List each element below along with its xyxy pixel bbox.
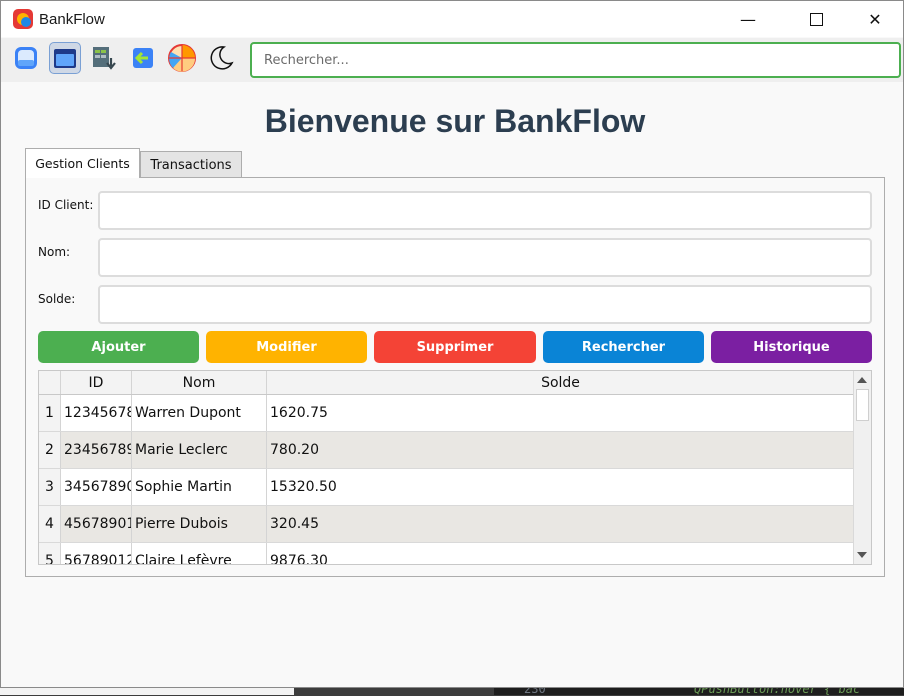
ajouter-button[interactable]: Ajouter: [38, 331, 199, 363]
clients-table: ID Nom Solde 1 12345678 Warren Dupont 16…: [38, 370, 872, 565]
vertical-scrollbar[interactable]: [853, 371, 871, 564]
export-button[interactable]: [88, 42, 120, 74]
clients-panel: ID Client: Nom: Solde: Ajouter Modifier …: [25, 177, 885, 577]
back-arrow-icon: [133, 48, 153, 68]
close-button[interactable]: ✕: [852, 1, 898, 37]
corner-header: [39, 371, 61, 394]
id-client-input[interactable]: [100, 193, 870, 228]
solde-input[interactable]: [100, 287, 870, 322]
statistics-button[interactable]: [166, 42, 198, 74]
cell-nom[interactable]: Claire Lefèvre: [132, 543, 267, 564]
table-row[interactable]: 4 45678901 Pierre Dubois 320.45: [39, 506, 854, 543]
row-number: 1: [39, 395, 61, 431]
cell-nom[interactable]: Sophie Martin: [132, 469, 267, 505]
table-row[interactable]: 2 23456789 Marie Leclerc 780.20: [39, 432, 854, 469]
row-number: 2: [39, 432, 61, 468]
column-header-id[interactable]: ID: [61, 371, 132, 394]
scrollbar-thumb[interactable]: [856, 389, 869, 421]
column-header-solde[interactable]: Solde: [267, 371, 854, 394]
cell-solde[interactable]: 780.20: [267, 432, 854, 468]
app-logo-icon: [13, 9, 33, 29]
cell-nom[interactable]: Pierre Dubois: [132, 506, 267, 542]
solde-label: Solde:: [38, 292, 76, 306]
cell-id[interactable]: 12345678: [61, 395, 132, 431]
table-row[interactable]: 5 56789012 Claire Lefèvre 9876.30: [39, 543, 854, 564]
table-row[interactable]: 3 34567890 Sophie Martin 15320.50: [39, 469, 854, 506]
cell-id[interactable]: 34567890: [61, 469, 132, 505]
back-button[interactable]: [127, 42, 159, 74]
column-header-nom[interactable]: Nom: [132, 371, 267, 394]
page-title: Bienvenue sur BankFlow: [264, 103, 646, 139]
cell-id[interactable]: 45678901: [61, 506, 132, 542]
supprimer-button[interactable]: Supprimer: [374, 331, 536, 363]
search-input[interactable]: [262, 44, 886, 76]
modifier-button[interactable]: Modifier: [206, 331, 367, 363]
table-header: ID Nom Solde: [39, 371, 854, 395]
solde-field[interactable]: [98, 285, 872, 324]
row-number: 5: [39, 543, 61, 564]
minimize-button[interactable]: —: [725, 1, 771, 37]
rechercher-button[interactable]: Rechercher: [543, 331, 704, 363]
cell-nom[interactable]: Warren Dupont: [132, 395, 267, 431]
cell-nom[interactable]: Marie Leclerc: [132, 432, 267, 468]
row-number: 4: [39, 506, 61, 542]
pie-chart-icon: [168, 44, 196, 72]
row-number: 3: [39, 469, 61, 505]
toolbar: [1, 38, 903, 82]
cell-solde[interactable]: 9876.30: [267, 543, 854, 564]
folder-icon: [54, 49, 76, 68]
app-window: BankFlow — ✕ Bienvenue sur BankFlow Gest…: [0, 0, 904, 688]
maximize-icon: [809, 12, 823, 26]
nom-label: Nom:: [38, 245, 71, 259]
cell-solde[interactable]: 1620.75: [267, 395, 854, 431]
background-window: [0, 688, 294, 695]
table-row[interactable]: 1 12345678 Warren Dupont 1620.75: [39, 395, 854, 432]
nom-field[interactable]: [98, 238, 872, 277]
moon-icon: [210, 46, 234, 70]
cell-id[interactable]: 23456789: [61, 432, 132, 468]
id-client-label: ID Client:: [38, 198, 94, 212]
tab-transactions[interactable]: Transactions: [140, 151, 242, 179]
scroll-up-arrow-icon[interactable]: [857, 377, 867, 383]
cell-solde[interactable]: 320.45: [267, 506, 854, 542]
dark-mode-button[interactable]: [205, 42, 237, 74]
id-client-field[interactable]: [98, 191, 872, 230]
database-icon: [15, 47, 37, 69]
title-bar: BankFlow — ✕: [1, 1, 903, 37]
search-field[interactable]: [250, 42, 901, 78]
maximize-button[interactable]: [793, 1, 839, 37]
scroll-down-arrow-icon[interactable]: [857, 552, 867, 558]
nom-input[interactable]: [100, 240, 870, 275]
main-content: Bienvenue sur BankFlow Gestion Clients T…: [1, 83, 903, 687]
cell-solde[interactable]: 15320.50: [267, 469, 854, 505]
open-folder-button[interactable]: [49, 42, 81, 74]
window-title: BankFlow: [39, 11, 105, 28]
tab-gestion-clients[interactable]: Gestion Clients: [25, 148, 140, 178]
database-button[interactable]: [10, 42, 42, 74]
historique-button[interactable]: Historique: [711, 331, 872, 363]
export-icon: [93, 47, 116, 70]
cell-id[interactable]: 56789012: [61, 543, 132, 564]
